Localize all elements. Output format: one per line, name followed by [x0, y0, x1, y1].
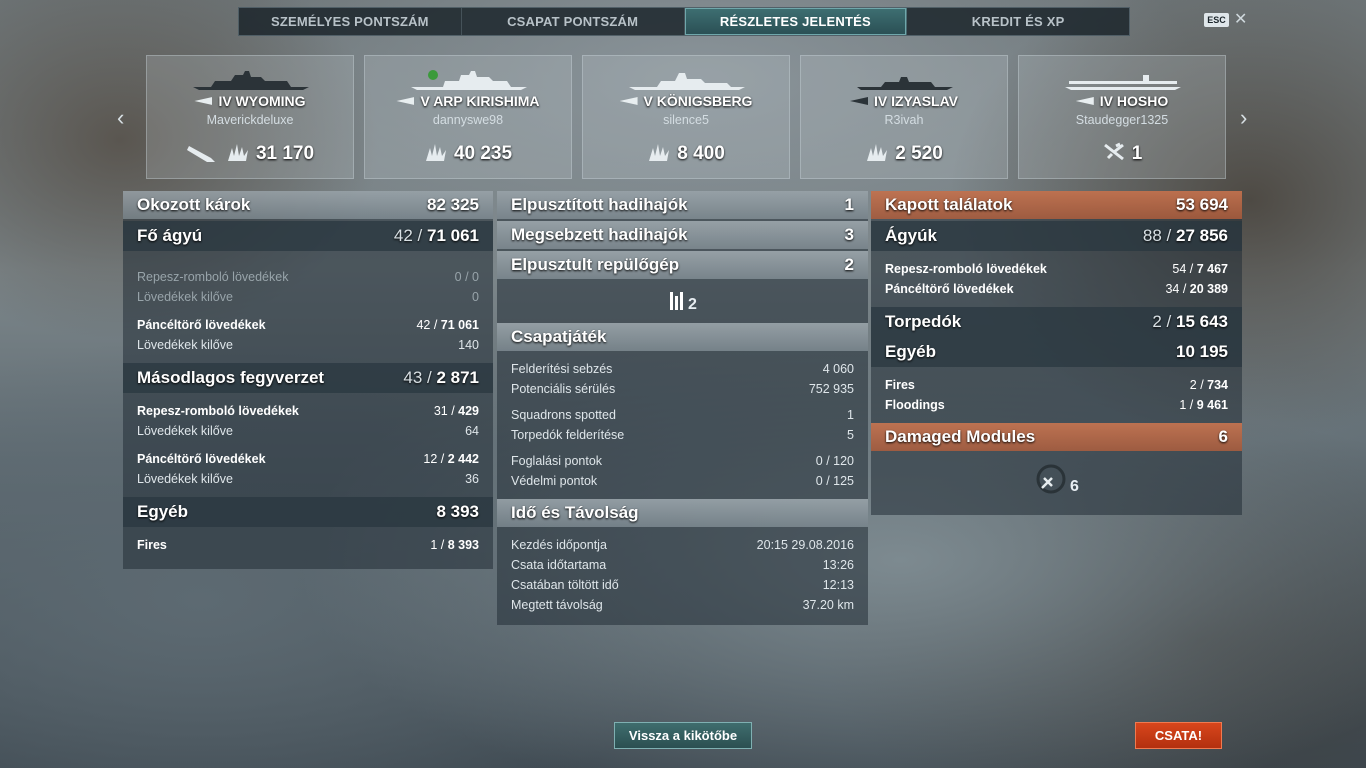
damage-received-panel: Kapott találatok 53 694 Ágyúk 88 / 27 856 … — [871, 191, 1242, 515]
damage-burst-icon — [227, 144, 248, 161]
stat-row: Megtett távolság 37.20 km — [511, 598, 854, 612]
damage-burst-icon — [867, 144, 888, 161]
stat-row: Foglalási pontok 0 / 120 — [511, 454, 854, 468]
esc-key-hint[interactable]: ESC — [1204, 13, 1229, 27]
ships-damaged-header: Megsebzett hadihajók 3 — [497, 221, 868, 249]
other-damage-header: Egyéb 8 393 — [123, 497, 493, 527]
damage-stat: 8 400 — [583, 142, 789, 165]
ship-name: IV HOSHO — [1019, 93, 1225, 109]
planes-stat: 1 — [1019, 142, 1225, 165]
stat-row: Lövedékek kilőve 140 — [137, 338, 479, 352]
teamplay-header: Csapatjáték — [497, 323, 868, 351]
battleship-silhouette-icon — [411, 70, 527, 90]
destroyer-class-icon — [849, 97, 868, 105]
player-card[interactable]: IV WYOMING Maverickdeluxe 31 170 — [146, 55, 354, 179]
damage-stat: 40 235 — [365, 142, 571, 165]
plane-destroyed-icon — [1103, 142, 1124, 161]
guns-header: Ágyúk 88 / 27 856 — [871, 221, 1242, 251]
module-damage-icon — [1036, 464, 1066, 494]
player-name: Staudegger1325 — [1075, 113, 1169, 127]
stat-row: Potenciális sérülés 752 935 — [511, 382, 854, 396]
stat-row: Lövedékek kilőve 64 — [137, 424, 479, 438]
stat-row: Páncéltörő lövedékek 12 / 2 442 — [137, 452, 479, 466]
damage-dealt-header: Okozott károk 82 325 — [123, 191, 493, 219]
tab-detailed-report[interactable]: RÉSZLETES JELENTÉS — [684, 8, 908, 35]
battleship-class-icon — [194, 97, 213, 105]
battle-button[interactable]: CSATA! — [1135, 722, 1222, 749]
carrier-silhouette-icon — [1065, 75, 1181, 90]
stat-row: Repesz-romboló lövedékek 54 / 7 467 — [885, 262, 1228, 276]
hits-received-header: Kapott találatok 53 694 — [871, 191, 1242, 219]
player-card[interactable]: IV HOSHO Staudegger1325 1 — [1018, 55, 1226, 179]
tab-personal-score[interactable]: SZEMÉLYES PONTSZÁM — [239, 8, 462, 35]
ship-name: IV IZYASLAV — [801, 93, 1007, 109]
destroyer-silhouette-icon — [857, 77, 953, 90]
carrier-class-icon — [1075, 97, 1094, 105]
stat-row: Repesz-romboló lövedékek 31 / 429 — [137, 404, 479, 418]
player-name: Maverickdeluxe — [206, 113, 294, 127]
chevron-right-icon[interactable]: › — [1240, 105, 1247, 131]
time-distance-header: Idő és Távolság — [497, 499, 868, 527]
stat-row: Védelmi pontok 0 / 125 — [511, 474, 854, 488]
stat-row: Lövedékek kilőve 0 — [137, 290, 479, 304]
damaged-modules-header: Damaged Modules 6 — [871, 423, 1242, 451]
stat-row: Repesz-romboló lövedékek 0 / 0 — [137, 270, 479, 284]
player-name: dannyswe98 — [432, 113, 504, 127]
stat-row: Floodings 1 / 9 461 — [885, 398, 1228, 412]
stat-row: Csata időtartama 13:26 — [511, 558, 854, 572]
combat-summary-panel: Elpusztított hadihajók 1 Megsebzett hadih… — [497, 191, 868, 625]
battleship-silhouette-icon — [193, 71, 309, 90]
player-card[interactable]: IV IZYASLAV R3ivah 2 520 — [800, 55, 1008, 179]
tab-team-score[interactable]: CSAPAT PONTSZÁM — [462, 8, 685, 35]
ribbon-row: 2 — [497, 279, 868, 323]
player-name: silence5 — [663, 113, 709, 127]
damage-burst-icon — [649, 144, 670, 161]
damage-stat: 2 520 — [801, 142, 1007, 165]
stat-row: Felderítési sebzés 4 060 — [511, 362, 854, 376]
damage-burst-icon — [425, 144, 446, 161]
damage-stat: 31 170 — [147, 142, 353, 165]
stat-row: Kezdés időpontja 20:15 29.08.2016 — [511, 538, 854, 552]
ship-name: IV WYOMING — [147, 93, 353, 109]
planes-destroyed-header: Elpusztult repülőgép 2 — [497, 251, 868, 279]
modules-ribbon-row: 6 — [871, 451, 1242, 511]
main-battery-header: Fő ágyú 42 / 71 061 — [123, 221, 493, 251]
cruiser-silhouette-icon — [629, 73, 745, 90]
stat-row: Csatában töltött idő 12:13 — [511, 578, 854, 592]
stat-row: Fires 2 / 734 — [885, 378, 1228, 392]
stat-row: Fires 1 / 8 393 — [137, 538, 479, 552]
battleship-class-icon — [396, 97, 415, 105]
ship-name: V ARP KIRISHIMA — [365, 93, 571, 109]
plane-ribbon-icon — [670, 292, 684, 310]
torpedoes-header: Torpedók 2 / 15 643 — [871, 307, 1242, 337]
tab-bar: SZEMÉLYES PONTSZÁM CSAPAT PONTSZÁM RÉSZL… — [238, 7, 1130, 36]
stat-row: Páncéltörő lövedékek 42 / 71 061 — [137, 318, 479, 332]
secondary-battery-header: Másodlagos fegyverzet 43 / 2 871 — [123, 363, 493, 393]
ships-destroyed-header: Elpusztított hadihajók 1 — [497, 191, 868, 219]
ship-name: V KÖNIGSBERG — [583, 93, 789, 109]
stat-row: Squadrons spotted 1 — [511, 408, 854, 422]
close-icon[interactable]: ✕ — [1234, 9, 1247, 29]
chevron-left-icon[interactable]: ‹ — [117, 105, 124, 131]
cruiser-class-icon — [619, 97, 638, 105]
damage-dealt-panel: Okozott károk 82 325 Fő ágyú 42 / 71 061 R… — [123, 191, 493, 569]
player-card[interactable]: V ARP KIRISHIMA dannyswe98 40 235 — [364, 55, 572, 179]
stat-row: Torpedók felderítése 5 — [511, 428, 854, 442]
player-name: R3ivah — [884, 113, 924, 127]
stat-row: Páncéltörő lövedékek 34 / 20 389 — [885, 282, 1228, 296]
other-received-header: Egyéb 10 195 — [871, 337, 1242, 367]
player-card[interactable]: V KÖNIGSBERG silence5 8 400 — [582, 55, 790, 179]
stat-row: Lövedékek kilőve 36 — [137, 472, 479, 486]
back-to-port-button[interactable]: Vissza a kikötőbe — [614, 722, 752, 749]
tab-credits-xp[interactable]: KREDIT ÉS XP — [907, 8, 1129, 35]
